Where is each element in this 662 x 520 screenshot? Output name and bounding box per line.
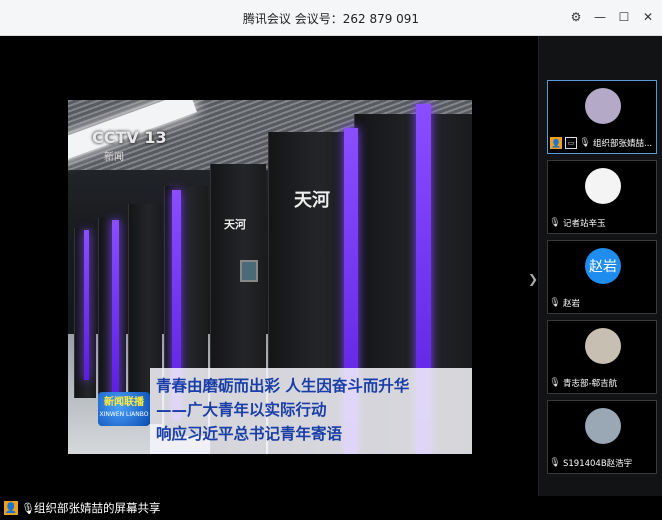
participant-tile[interactable]: 🎙 青志部-郗吉航 — [547, 320, 657, 394]
microphone-icon: 🎙 — [21, 501, 35, 515]
participant-info: 👤 ▭ 🎙 组织部张婧喆... — [550, 136, 654, 150]
avatar — [585, 88, 621, 124]
participant-sidebar: 👤 ▭ 🎙 组织部张婧喆... 🎙 记者站辛玉 赵岩 🎙 赵岩 🎙 青志部-郗吉… — [538, 36, 662, 496]
participant-info: 🎙 青志部-郗吉航 — [549, 376, 654, 390]
title-bar: 腾讯会议 会议号：262 879 091 ⚙ — ☐ ✕ — [0, 0, 662, 36]
news-caption: 青春由磨砺而出彩 人生因奋斗而升华 ——广大青年以实际行动 响应习近平总书记青年… — [150, 368, 472, 454]
participant-info: 🎙 记者站辛玉 — [549, 216, 654, 230]
avatar — [585, 168, 621, 204]
participant-name: 青志部-郗吉航 — [563, 379, 618, 389]
minimize-button[interactable]: — — [592, 9, 608, 25]
screen-share-status: 组织部张婧喆的屏幕共享 — [34, 501, 161, 515]
microphone-muted-icon: 🎙 — [549, 298, 561, 308]
news-logo-text: 新闻联播 — [104, 397, 144, 408]
caption-line: ——广大青年以实际行动 — [156, 401, 327, 419]
window-controls: ⚙ — ☐ ✕ — [568, 9, 656, 25]
status-bar: 👤 🎙 组织部张婧喆的屏幕共享 — [0, 496, 662, 520]
news-logo-subtext: XINWEN LIANBO — [99, 411, 149, 418]
participant-info: 🎙 S191404B赵浩宇 — [549, 456, 654, 470]
chevron-right-icon[interactable]: ❯ — [528, 272, 538, 286]
user-icon: 👤 — [4, 501, 18, 515]
participant-tile[interactable]: 👤 ▭ 🎙 组织部张婧喆... — [547, 80, 657, 154]
caption-line: 青春由磨砺而出彩 人生因奋斗而升华 — [156, 377, 410, 395]
news-program-logo: 新闻联播 XINWEN LIANBO — [98, 392, 150, 426]
close-button[interactable]: ✕ — [640, 9, 656, 25]
avatar: 赵岩 — [585, 248, 621, 284]
participant-tile[interactable]: 赵岩 🎙 赵岩 — [547, 240, 657, 314]
participant-tile[interactable]: 🎙 S191404B赵浩宇 — [547, 400, 657, 474]
settings-icon[interactable]: ⚙ — [568, 9, 584, 25]
participant-name: 赵岩 — [563, 299, 581, 309]
screen-share-stage: 天河 天河 CCTV 13 新闻 新闻联播 XINWEN LIANBO 青春由磨… — [0, 36, 538, 496]
window-title: 腾讯会议 会议号：262 879 091 — [242, 12, 420, 26]
rack-display-panel — [240, 260, 258, 282]
supercomputer-label-small: 天河 — [224, 218, 246, 231]
host-icon: 👤 — [550, 137, 562, 149]
cctv-logo: CCTV 13 — [92, 128, 167, 147]
screen-share-icon: ▭ — [565, 137, 577, 149]
participant-name: 组织部张婧喆... — [593, 139, 653, 149]
maximize-button[interactable]: ☐ — [616, 9, 632, 25]
cctv-sub-logo: 新闻 — [104, 152, 124, 163]
avatar — [585, 408, 621, 444]
rack-light-stripe — [84, 230, 89, 380]
microphone-muted-icon: 🎙 — [549, 458, 561, 468]
participant-name: S191404B赵浩宇 — [563, 459, 633, 469]
rack-light-stripe — [112, 220, 119, 400]
participant-name: 记者站辛玉 — [563, 219, 606, 229]
microphone-icon: 🎙 — [579, 138, 591, 148]
caption-line: 响应习近平总书记青年寄语 — [156, 425, 343, 443]
participant-tile[interactable]: 🎙 记者站辛玉 — [547, 160, 657, 234]
shared-screen-video: 天河 天河 CCTV 13 新闻 新闻联播 XINWEN LIANBO 青春由磨… — [68, 100, 472, 454]
avatar — [585, 328, 621, 364]
microphone-muted-icon: 🎙 — [549, 378, 561, 388]
supercomputer-label: 天河 — [294, 190, 330, 211]
microphone-muted-icon: 🎙 — [549, 218, 561, 228]
participant-info: 🎙 赵岩 — [549, 296, 654, 310]
